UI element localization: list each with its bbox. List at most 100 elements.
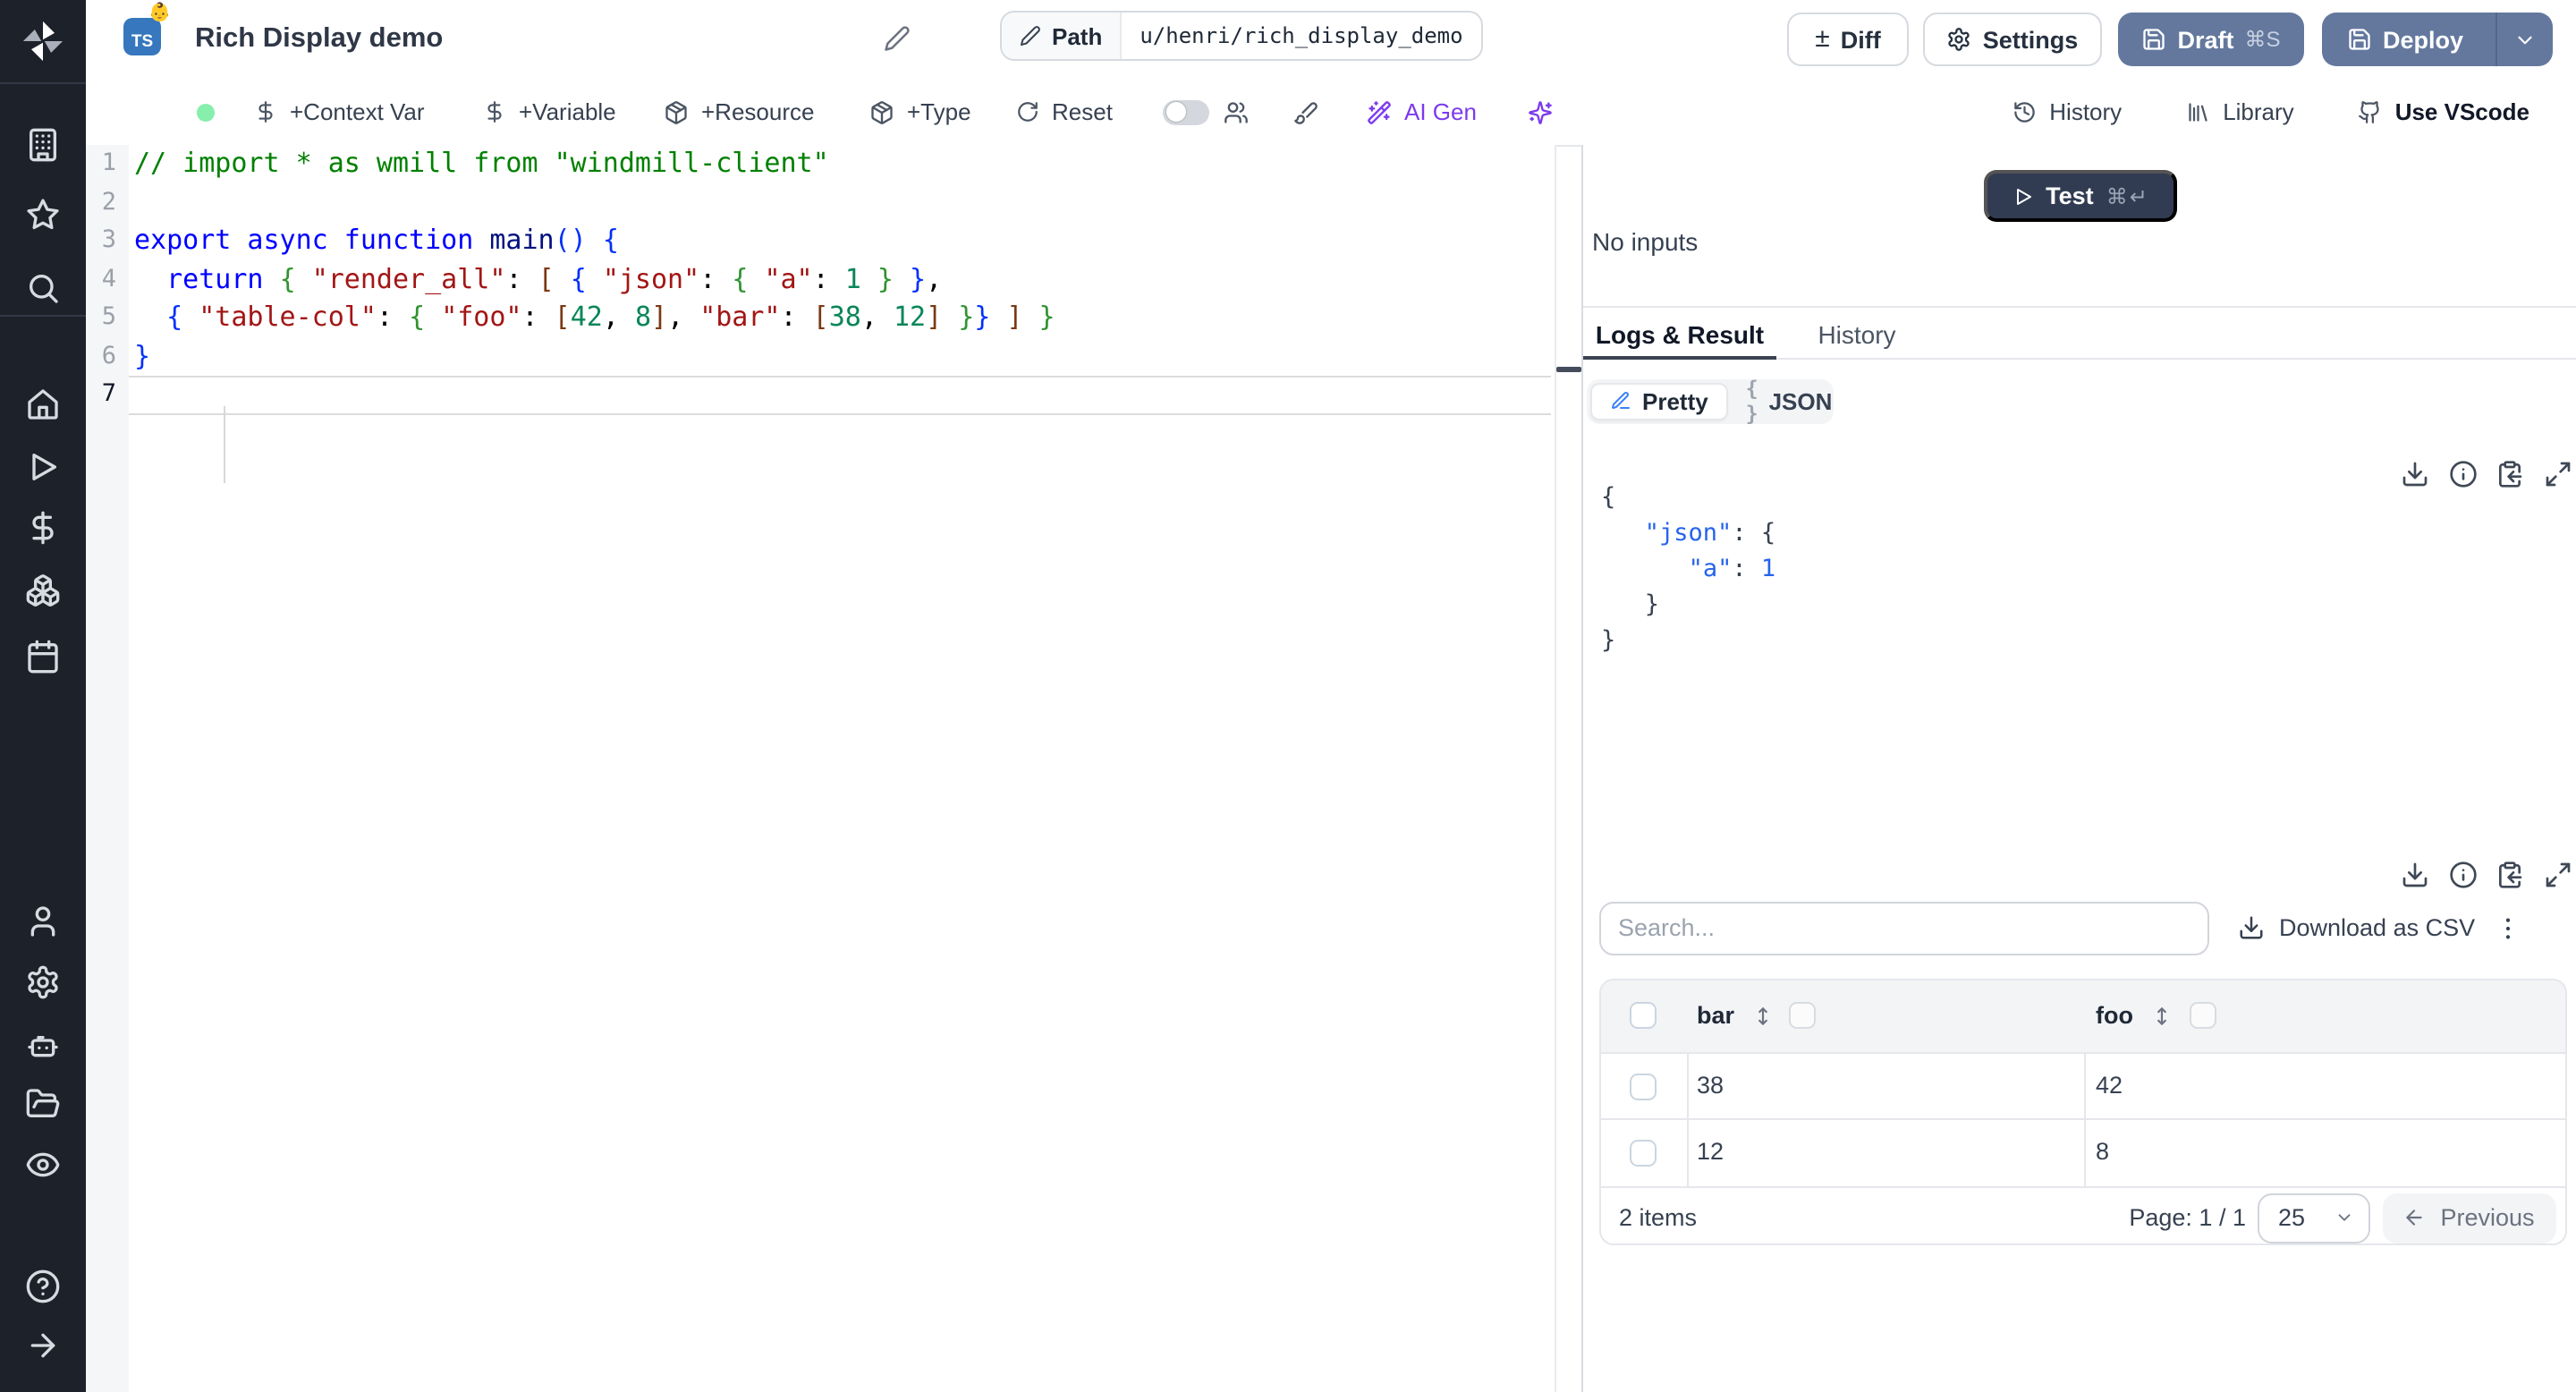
library-button[interactable]: Library (2186, 98, 2294, 125)
previous-label: Previous (2440, 1204, 2535, 1232)
sidebar-arrow-right-icon[interactable] (25, 1328, 61, 1363)
sidebar-search-icon[interactable] (25, 270, 61, 306)
code-editor[interactable]: 1234567 // import * as wmill from "windm… (86, 145, 1555, 1392)
expand-icon[interactable] (2543, 460, 2572, 488)
code-line-6[interactable]: } (134, 338, 150, 377)
users-icon (1224, 99, 1249, 124)
toolbar-right: History Library Use VScode (2012, 79, 2529, 145)
add-context-var-button[interactable]: +Context Var (254, 79, 425, 145)
add-type-label: +Type (907, 98, 971, 125)
row-checkbox[interactable] (1630, 1140, 1657, 1167)
clipboard-copy-icon[interactable] (2496, 861, 2524, 889)
download-icon[interactable] (2401, 861, 2429, 889)
collaborators-button[interactable] (1224, 79, 1249, 145)
add-resource-button[interactable]: +Resource (664, 79, 814, 145)
sidebar-play-icon[interactable] (25, 449, 61, 485)
sidebar-eye-icon[interactable] (25, 1147, 61, 1183)
braces-icon: { } (1745, 376, 1758, 427)
edit-summary-pencil-icon[interactable] (884, 25, 911, 52)
sidebar-calendar-icon[interactable] (25, 639, 61, 675)
download-csv-label: Download as CSV (2279, 914, 2476, 942)
ai-sparkles-button[interactable] (1528, 79, 1553, 145)
path-edit-button[interactable]: Path (1002, 13, 1123, 59)
logo-block[interactable] (0, 0, 86, 84)
page-indicator: Page: 1 / 1 (2129, 1204, 2246, 1231)
format-button[interactable] (1293, 79, 1318, 145)
clipboard-copy-icon[interactable] (2496, 460, 2524, 488)
pretty-view-button[interactable]: Pretty (1590, 382, 1728, 420)
column-header-bar[interactable]: bar (1697, 1002, 1734, 1029)
info-icon[interactable] (2448, 460, 2477, 488)
code-line-1[interactable]: // import * as wmill from "windmill-clie… (134, 146, 829, 184)
settings-button[interactable]: Settings (1923, 13, 2102, 66)
column-toggle-foo[interactable] (2189, 1002, 2216, 1029)
download-csv-button[interactable]: Download as CSV (2238, 902, 2475, 955)
column-header-foo[interactable]: foo (2096, 1002, 2133, 1029)
page-size-select[interactable]: 25 (2257, 1193, 2369, 1243)
add-variable-button[interactable]: +Variable (483, 79, 616, 145)
sidebar-dollar-icon[interactable] (25, 510, 61, 546)
sidebar-divider (0, 315, 86, 317)
toggle-knob (1165, 102, 1185, 122)
tab-logs-result[interactable]: Logs & Result (1583, 308, 1776, 360)
sidebar-help-icon[interactable] (25, 1269, 61, 1304)
sidebar-folder-icon[interactable] (25, 1086, 61, 1122)
code-line-4[interactable]: return { "render_all": [ { "json": { "a"… (134, 261, 942, 300)
test-label: Test (2046, 182, 2094, 209)
result-view-switch: Pretty { } JSON (1587, 377, 1834, 427)
sidebar-gear-icon[interactable] (25, 964, 61, 1000)
sort-icon[interactable] (1751, 1003, 1775, 1028)
dollar-icon (254, 100, 277, 123)
deploy-button[interactable]: Deploy (2322, 13, 2553, 66)
diff-button[interactable]: ± Diff (1787, 13, 1909, 66)
reset-button[interactable]: Reset (1016, 79, 1113, 145)
rotate-icon (1016, 100, 1039, 123)
tab-history[interactable]: History (1776, 308, 1937, 360)
ai-gen-button[interactable]: AI Gen (1367, 79, 1477, 145)
previous-page-button[interactable]: Previous (2382, 1193, 2555, 1243)
expand-icon[interactable] (2543, 861, 2572, 889)
sort-icon[interactable] (2150, 1003, 2174, 1028)
code-line-3[interactable]: export async function main() { (134, 223, 619, 261)
column-toggle-bar[interactable] (1789, 1002, 1816, 1029)
sidebar-robot-icon[interactable] (25, 1027, 61, 1063)
deploy-main[interactable]: Deploy (2322, 13, 2485, 66)
cell-bar: 38 (1697, 1071, 1724, 1098)
add-type-button[interactable]: +Type (869, 79, 971, 145)
history-button[interactable]: History (2012, 98, 2122, 125)
table-actions (2401, 861, 2572, 889)
sidebar-building-icon[interactable] (25, 127, 61, 163)
package-icon (869, 99, 894, 124)
pen-icon (1610, 391, 1631, 412)
sidebar-cubes-icon[interactable] (25, 573, 61, 608)
use-vscode-label: Use VScode (2394, 98, 2529, 125)
download-icon[interactable] (2401, 460, 2429, 488)
app-sidebar (0, 0, 86, 1392)
sidebar-home-icon[interactable] (25, 386, 61, 422)
column-divider (2083, 1051, 2085, 1185)
pane-resize-handle[interactable] (1555, 367, 1580, 372)
run-result-panel: Test ⌘↵ No inputs Logs & Result History … (1583, 145, 2576, 1392)
row-checkbox[interactable] (1630, 1073, 1657, 1099)
add-context-var-label: +Context Var (290, 98, 425, 125)
package-icon (664, 99, 689, 124)
sidebar-star-icon[interactable] (25, 197, 61, 233)
items-count: 2 items (1619, 1204, 1698, 1231)
info-icon[interactable] (2448, 861, 2477, 889)
json-view-button[interactable]: { } JSON (1728, 377, 1851, 427)
code-line-5[interactable]: { "table-col": { "foo": [42, 8], "bar": … (134, 300, 1055, 338)
deploy-dropdown-button[interactable] (2496, 13, 2553, 66)
select-all-checkbox[interactable] (1630, 1002, 1657, 1029)
add-variable-label: +Variable (519, 98, 616, 125)
code-lines[interactable]: // import * as wmill from "windmill-clie… (86, 145, 1555, 1392)
use-vscode-button[interactable]: Use VScode (2359, 98, 2529, 125)
test-button[interactable]: Test ⌘↵ (1984, 170, 2177, 222)
editor-right-edge (1555, 145, 1556, 1392)
kebab-menu-icon[interactable] (2494, 912, 2522, 945)
path-control[interactable]: Path u/henri/rich_display_demo (1000, 11, 1483, 61)
search-input[interactable] (1598, 902, 2208, 955)
draft-button[interactable]: Draft ⌘S (2118, 13, 2304, 66)
sidebar-user-icon[interactable] (25, 904, 61, 939)
collab-toggle[interactable] (1163, 99, 1209, 124)
vscode-cat-icon (2359, 100, 2383, 124)
